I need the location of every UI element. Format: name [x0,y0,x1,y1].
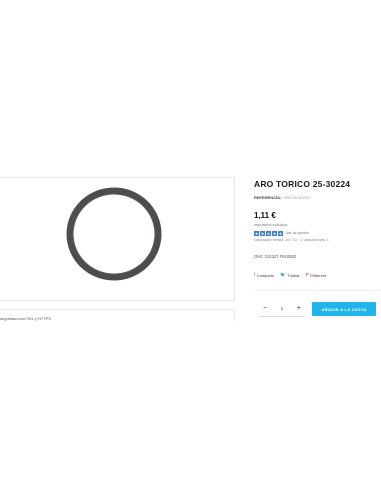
quantity-input[interactable] [276,306,288,311]
share-twitter-label: Tuitear [287,273,300,278]
star-icon: ★ [254,230,259,236]
reference-value: ORC25-30224 [283,195,310,200]
share-facebook-button[interactable]: f Compartir [254,273,274,278]
oem-codes: OHC 310327 F910582 [254,254,297,259]
rating-row: ★ ★ ★ ★ ★ Ver la opinión [254,230,309,236]
star-icon: ★ [266,230,271,236]
security-note: seguridad con SSL y HTTPS [0,316,51,321]
tax-note: Impuestos incluidos [254,223,288,227]
star-icon: ★ [272,230,277,236]
star-icon: ★ [278,230,283,236]
increment-button[interactable]: + [297,305,301,312]
share-twitter-button[interactable]: 🐦 Tuitear [280,273,299,278]
quantity-stepper: − + [259,301,305,317]
view-reviews-link[interactable]: Ver la opinión [286,231,309,235]
rating-summary: Valoración media: 10 / 10 · 1 valoracion… [254,238,329,242]
facebook-icon: f [254,272,256,278]
share-pinterest-button[interactable]: P Pinterest [306,273,326,278]
divider [254,290,381,291]
twitter-icon: 🐦 [280,272,286,278]
product-image-o-ring[interactable] [66,186,162,282]
share-facebook-label: Compartir [256,273,275,278]
product-reference: REFERENCIA: ORC25-30224 [254,195,309,200]
decrement-button[interactable]: − [263,305,267,312]
star-icon: ★ [260,230,265,236]
reference-label: REFERENCIA: [254,195,282,200]
pinterest-icon: P [305,272,309,278]
product-title: ARO TORICO 25-30224 [254,179,351,189]
share-pinterest-label: Pinterest [310,273,327,278]
product-price: 1,11 € [254,211,276,220]
share-row: f Compartir 🐦 Tuitear P Pinterest [254,273,326,278]
add-to-cart-button[interactable]: AÑADIR A LA CESTA [312,302,376,316]
